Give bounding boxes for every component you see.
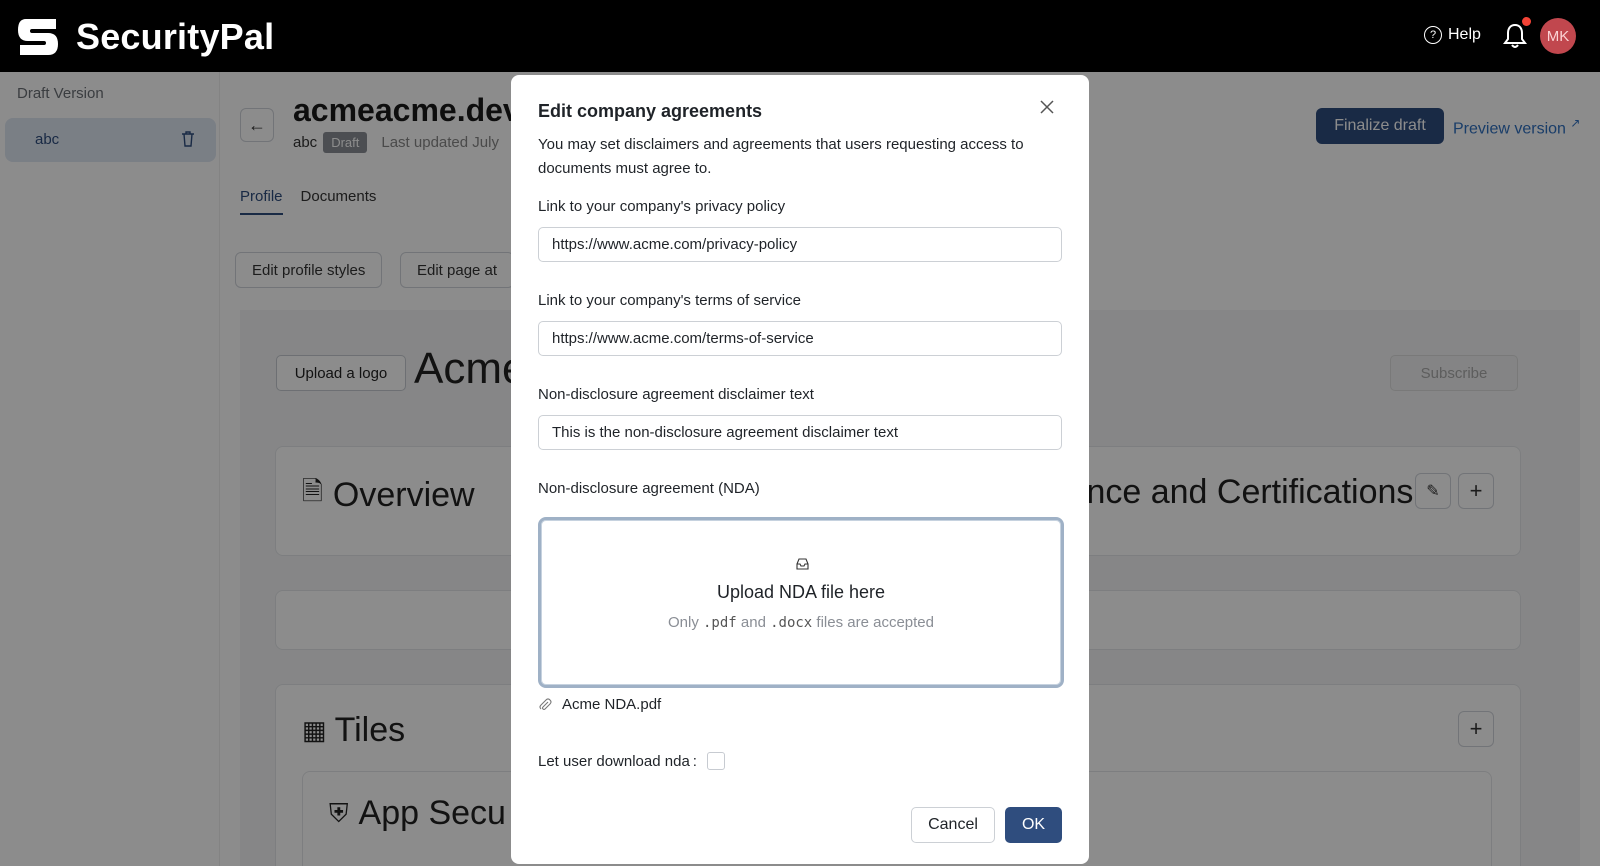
attachment-item[interactable]: Acme NDA.pdf (538, 696, 661, 713)
top-bar: SecurityPal ? Help MK (0, 0, 1600, 72)
privacy-policy-input[interactable] (538, 227, 1062, 262)
notification-dot (1522, 17, 1531, 26)
download-nda-label: Let user download nda (538, 752, 690, 770)
securitypal-logo-icon (18, 19, 58, 55)
dropzone-hint-prefix: Only (667, 614, 699, 631)
modal-description: You may set disclaimers and agreements t… (538, 136, 1024, 177)
modal-title: Edit company agreements (538, 101, 763, 121)
question-icon: ? (1424, 26, 1442, 44)
dropzone-ext-docx: .docx (770, 615, 813, 631)
help-label: Help (1448, 26, 1481, 43)
download-nda-row: Let user download nda : (538, 752, 725, 770)
attachment-name: Acme NDA.pdf (562, 696, 662, 713)
dropzone-hint-and: and (740, 614, 766, 631)
bell-icon[interactable] (1502, 22, 1528, 50)
brand-logo[interactable]: SecurityPal (16, 16, 274, 58)
help-button[interactable]: ? Help (1424, 26, 1481, 44)
brand-name: SecurityPal (76, 16, 275, 57)
dropzone-hint-suffix: files are accepted (816, 614, 934, 631)
dropzone-ext-pdf: .pdf (703, 615, 737, 631)
dropzone-title: Upload NDA file here (716, 582, 886, 602)
ok-button[interactable]: OK (1005, 807, 1062, 843)
privacy-policy-label: Link to your company's privacy policy (538, 198, 786, 215)
edit-agreements-modal: Edit company agreements You may set disc… (511, 75, 1089, 864)
nda-upload-label: Non-disclosure agreement (NDA) (538, 480, 760, 497)
terms-of-service-label: Link to your company's terms of service (538, 292, 801, 309)
nda-disclaimer-input[interactable] (538, 415, 1062, 450)
nda-disclaimer-label: Non-disclosure agreement disclaimer text (538, 386, 814, 403)
avatar[interactable]: MK (1540, 18, 1576, 54)
close-icon[interactable] (1037, 97, 1057, 117)
download-nda-colon: : (692, 752, 697, 770)
nda-dropzone[interactable]: Upload NDA file here Only .pdf and .docx… (538, 517, 1064, 688)
cancel-button[interactable]: Cancel (911, 807, 995, 843)
terms-of-service-input[interactable] (538, 321, 1062, 356)
download-nda-checkbox[interactable] (706, 752, 725, 770)
paperclip-icon (539, 697, 552, 710)
inbox-icon (796, 558, 809, 570)
dropzone-hint: Only .pdf and .docx files are accepted (541, 614, 1061, 631)
